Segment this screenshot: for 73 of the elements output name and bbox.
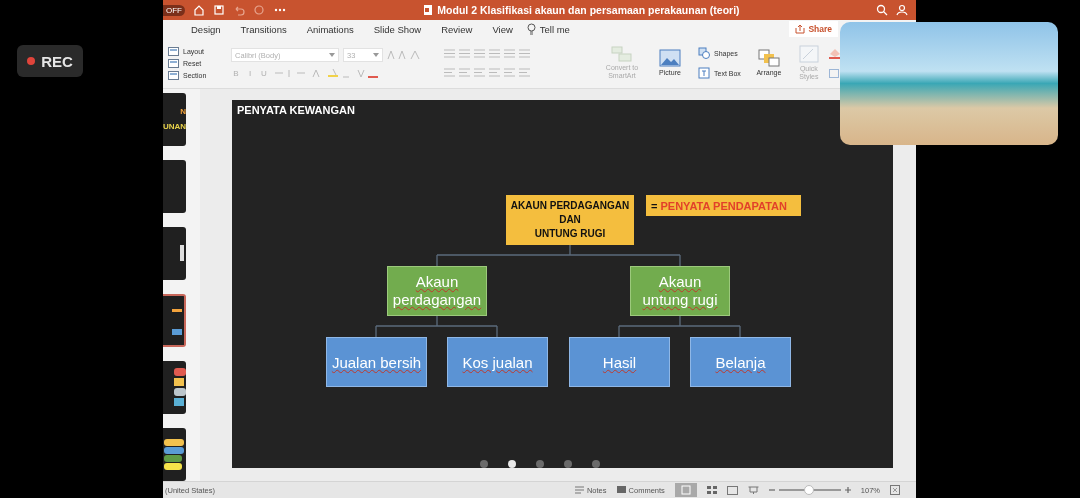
person-icon[interactable] (896, 4, 908, 16)
ribbon-tab[interactable]: Review (431, 23, 483, 35)
notes-icon (574, 486, 584, 494)
thumbnail-text: UNAN (163, 122, 186, 132)
ribbon-tab[interactable]: Animations (296, 23, 364, 35)
bullets-icon[interactable] (444, 49, 455, 58)
thumbnail-shapes-drawing (180, 245, 186, 262)
ribbon-tab[interactable]: Slide Show (363, 23, 432, 35)
diagram-box: Hasil (569, 337, 670, 387)
share-button[interactable]: Share (789, 21, 838, 37)
page-dot[interactable] (536, 460, 544, 468)
slide-thumbnail[interactable] (163, 361, 186, 415)
share-icon (795, 24, 806, 34)
fit-to-window-icon[interactable] (890, 485, 900, 495)
ribbon-tab[interactable]: Design (181, 23, 231, 35)
window-title: Modul 2 Klasifikasi akaun dan persamaan perakaunan (teori) (437, 4, 740, 16)
lightbulb-icon (526, 23, 536, 35)
shapes-icon (698, 47, 710, 59)
fill-color-icon[interactable] (828, 48, 841, 59)
diagram-label: = PENYATA PENDAPATAN (646, 195, 801, 216)
comment-icon (616, 486, 626, 494)
slideshow-icon[interactable] (747, 485, 759, 495)
caret-icon (329, 53, 335, 57)
page-dot[interactable] (480, 460, 488, 468)
search-icon[interactable] (876, 4, 888, 16)
tell-me-search[interactable]: Tell me (522, 23, 570, 35)
autosave-toggle[interactable]: OFF (163, 4, 185, 16)
font-size-icon (387, 50, 421, 60)
document-icon (423, 4, 434, 16)
save-icon[interactable] (213, 4, 225, 16)
ribbon-tab[interactable]: Transitions (230, 23, 297, 35)
grid-view-icon[interactable] (706, 486, 717, 494)
ribbon-tab[interactable]: View (482, 23, 523, 35)
diagram-box: Belanja (690, 337, 791, 387)
shape-outline-icon[interactable] (828, 69, 839, 78)
align-center-icon[interactable] (459, 68, 470, 77)
record-dot-icon (27, 57, 36, 65)
slide-thumbnail[interactable] (163, 428, 186, 481)
caret-icon (373, 53, 379, 57)
slide-thumbnail[interactable] (163, 293, 186, 348)
home-icon[interactable] (193, 4, 205, 16)
tell-me-label: Tell me (539, 23, 570, 35)
page-dot[interactable] (508, 460, 516, 468)
align-right-icon[interactable] (474, 68, 485, 77)
zoom-in-icon[interactable] (844, 487, 851, 493)
normal-view-icon[interactable] (674, 483, 697, 497)
diagram-box: Akaun untung rugi (630, 266, 730, 316)
reading-view-icon[interactable] (726, 485, 738, 495)
layout-icon (168, 58, 179, 68)
text-box-icon (698, 67, 710, 79)
slide-thumbnail[interactable]: N UNAN (163, 93, 186, 146)
quick-styles-icon (798, 45, 819, 64)
layout-icon (168, 46, 179, 56)
diagram-box: AKAUN PERDAGANGAN DAN UNTUNG RUGI (506, 195, 634, 245)
page-dot[interactable] (564, 460, 572, 468)
align-left-icon[interactable] (444, 68, 455, 77)
page-dot[interactable] (592, 460, 600, 468)
slide-title: PENYATA KEWANGAN (236, 103, 356, 118)
thumbnail-text: N (180, 107, 186, 117)
diagram-box: Kos jualan (447, 337, 548, 387)
layout-icon (168, 70, 179, 80)
picture-icon (659, 49, 681, 68)
justify-icon[interactable] (489, 68, 500, 77)
slide-thumbnail[interactable] (163, 159, 186, 213)
smartart-icon (611, 46, 633, 63)
arrange-icon (757, 49, 780, 68)
slide-thumbnail[interactable] (163, 226, 186, 280)
zoom-out-icon[interactable] (768, 487, 775, 493)
slider-thumb[interactable] (803, 485, 814, 495)
diagram-box: Akaun perdagangan (387, 266, 487, 316)
diagram-box: Jualan bersih (326, 337, 427, 387)
undo-icon[interactable] (233, 4, 245, 16)
recording-label: REC (41, 52, 73, 70)
